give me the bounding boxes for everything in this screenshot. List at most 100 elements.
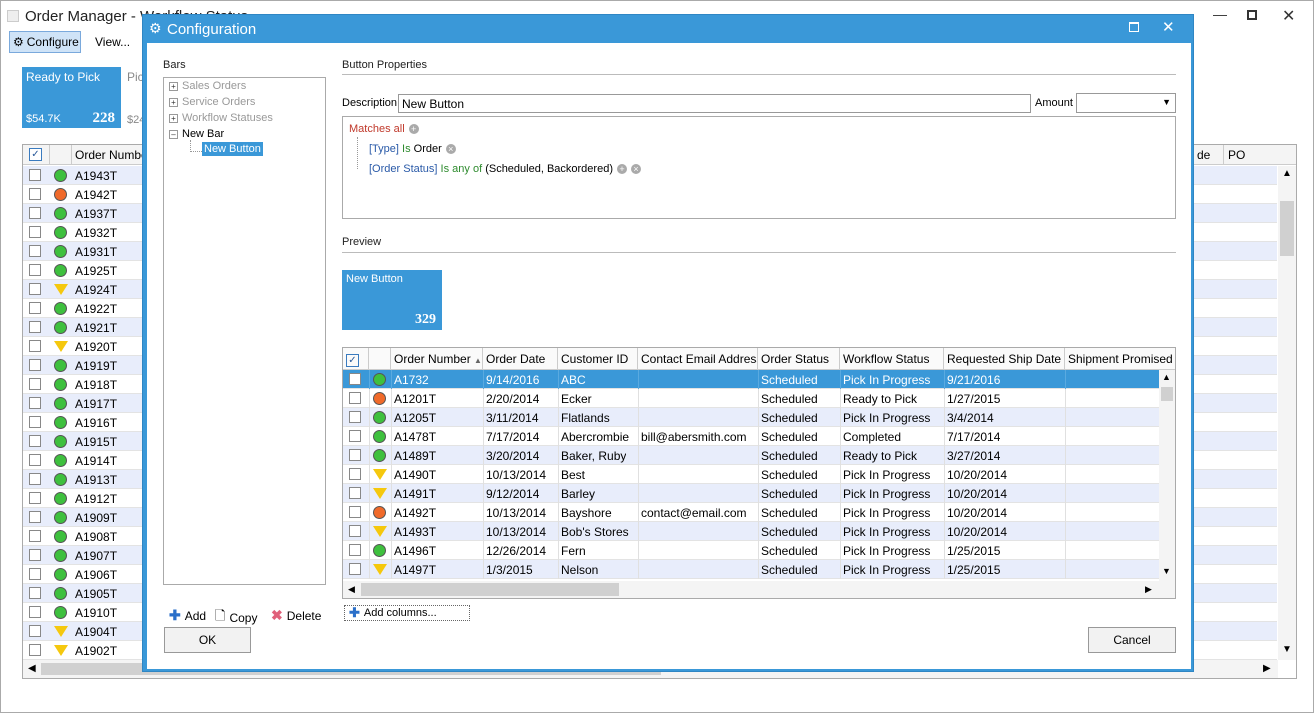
rule-operator[interactable]: Is any of bbox=[441, 163, 483, 175]
scroll-up-icon[interactable]: ▲ bbox=[1162, 372, 1171, 382]
scroll-thumb[interactable] bbox=[1280, 201, 1294, 256]
scroll-left-icon[interactable]: ◀ bbox=[28, 663, 36, 674]
description-input[interactable] bbox=[398, 94, 1031, 113]
select-all-header[interactable]: ✓ bbox=[343, 348, 369, 370]
table-row[interactable]: A1205T 3/11/2014 Flatlands Scheduled Pick In… bbox=[343, 408, 1159, 427]
row-checkbox[interactable] bbox=[349, 392, 361, 404]
row-checkbox[interactable] bbox=[29, 530, 41, 542]
table-row[interactable]: A1201T 2/20/2014 Ecker Scheduled Ready to Pi… bbox=[343, 389, 1159, 408]
expand-icon[interactable]: + bbox=[169, 81, 178, 91]
add-value-icon[interactable]: + bbox=[616, 164, 627, 175]
scroll-down-icon[interactable]: ▼ bbox=[1282, 644, 1292, 655]
row-checkbox[interactable] bbox=[349, 430, 361, 442]
row-checkbox[interactable] bbox=[349, 468, 361, 480]
row-checkbox[interactable] bbox=[29, 169, 41, 181]
table-row[interactable]: A1492T 10/13/2014 Bayshore contact@email.co… bbox=[343, 503, 1159, 522]
matches-all-link[interactable]: Matches all bbox=[349, 123, 405, 135]
row-checkbox[interactable] bbox=[29, 568, 41, 580]
ready-to-pick-tile[interactable]: Ready to Pick $54.7K 228 bbox=[22, 67, 121, 128]
column-header-order-number[interactable]: Order Number ▲ bbox=[391, 348, 483, 370]
configure-button[interactable]: ⚙ Configure bbox=[9, 31, 81, 53]
row-checkbox[interactable] bbox=[29, 644, 41, 656]
scroll-thumb[interactable] bbox=[1161, 387, 1173, 401]
close-icon[interactable]: ✕ bbox=[1282, 6, 1295, 26]
close-icon[interactable]: ✕ bbox=[1162, 18, 1175, 36]
rule-value[interactable]: (Scheduled, Backordered) bbox=[485, 163, 613, 175]
add-condition-icon[interactable]: + bbox=[408, 124, 419, 135]
row-checkbox[interactable] bbox=[349, 525, 361, 537]
scroll-down-icon[interactable]: ▼ bbox=[1162, 566, 1171, 576]
column-header-order-date[interactable]: Order Date bbox=[483, 348, 558, 370]
column-header-customer-id[interactable]: Customer ID bbox=[558, 348, 638, 370]
row-checkbox[interactable] bbox=[349, 487, 361, 499]
row-checkbox[interactable] bbox=[29, 226, 41, 238]
expand-icon[interactable]: + bbox=[169, 97, 178, 107]
copy-bar-button[interactable]: 🗋 Copy bbox=[215, 607, 257, 629]
scroll-right-icon[interactable]: ▶ bbox=[1145, 584, 1152, 595]
add-columns-button[interactable]: ✚ Add columns... bbox=[344, 605, 470, 621]
row-checkbox[interactable] bbox=[29, 188, 41, 200]
column-header-contact-email[interactable]: Contact Email Address bbox=[638, 348, 758, 370]
row-checkbox[interactable] bbox=[29, 340, 41, 352]
row-checkbox[interactable] bbox=[29, 606, 41, 618]
column-header-shipment-promised-date[interactable]: Shipment Promised Da bbox=[1065, 348, 1175, 370]
select-all-icon[interactable]: ✓ bbox=[29, 148, 42, 161]
scroll-thumb[interactable] bbox=[361, 583, 619, 596]
column-header-workflow-status[interactable]: Workflow Status bbox=[840, 348, 944, 370]
vertical-scrollbar[interactable]: ▲ ▼ bbox=[1278, 166, 1296, 660]
amount-select[interactable]: ▼ bbox=[1076, 93, 1176, 113]
row-checkbox[interactable] bbox=[29, 416, 41, 428]
row-checkbox[interactable] bbox=[29, 625, 41, 637]
table-row[interactable]: A1732 9/14/2016 ABC Scheduled Pick In Progre… bbox=[343, 370, 1159, 389]
tree-node-new-bar[interactable]: – New Bar bbox=[169, 128, 224, 140]
view-button[interactable]: View... bbox=[89, 31, 139, 53]
cancel-button[interactable]: Cancel bbox=[1088, 627, 1176, 653]
row-checkbox[interactable] bbox=[29, 587, 41, 599]
rule-value[interactable]: Order bbox=[414, 143, 442, 155]
row-checkbox[interactable] bbox=[349, 449, 361, 461]
table-row[interactable]: A1493T 10/13/2014 Bob's Stores Scheduled Pic… bbox=[343, 522, 1159, 541]
row-checkbox[interactable] bbox=[29, 321, 41, 333]
table-row[interactable]: A1478T 7/17/2014 Abercrombie bill@abersmith… bbox=[343, 427, 1159, 446]
row-checkbox[interactable] bbox=[349, 506, 361, 518]
row-checkbox[interactable] bbox=[29, 473, 41, 485]
table-row[interactable]: A1489T 3/20/2014 Baker, Ruby Scheduled Ready… bbox=[343, 446, 1159, 465]
add-bar-button[interactable]: ✚ Add bbox=[169, 607, 206, 624]
row-checkbox[interactable] bbox=[29, 492, 41, 504]
rule-field[interactable]: [Type] bbox=[369, 143, 399, 155]
vertical-scrollbar[interactable]: ▲ ▼ bbox=[1159, 370, 1175, 581]
expand-icon[interactable]: + bbox=[169, 113, 178, 123]
row-checkbox[interactable] bbox=[29, 549, 41, 561]
maximize-icon[interactable] bbox=[1129, 22, 1139, 32]
row-checkbox[interactable] bbox=[349, 544, 361, 556]
column-header-partial[interactable]: de bbox=[1197, 148, 1210, 162]
row-checkbox[interactable] bbox=[29, 397, 41, 409]
select-all-icon[interactable]: ✓ bbox=[346, 354, 359, 367]
table-row[interactable]: A1496T 12/26/2014 Fern Scheduled Pick In Pro… bbox=[343, 541, 1159, 560]
table-row[interactable]: A1497T 1/3/2015 Nelson Scheduled Pick In Pro… bbox=[343, 560, 1159, 579]
row-checkbox[interactable] bbox=[29, 245, 41, 257]
row-checkbox[interactable] bbox=[29, 283, 41, 295]
table-row[interactable]: A1490T 10/13/2014 Best Scheduled Pick In Pro… bbox=[343, 465, 1159, 484]
collapse-icon[interactable]: – bbox=[169, 129, 178, 139]
row-checkbox[interactable] bbox=[29, 511, 41, 523]
rule-operator[interactable]: Is bbox=[402, 143, 411, 155]
row-checkbox[interactable] bbox=[349, 373, 361, 385]
horizontal-scrollbar[interactable]: ◀ ▶ bbox=[343, 581, 1175, 598]
maximize-icon[interactable] bbox=[1247, 10, 1257, 20]
row-checkbox[interactable] bbox=[29, 264, 41, 276]
scroll-up-icon[interactable]: ▲ bbox=[1282, 168, 1292, 179]
tree-node-workflow-statuses[interactable]: + Workflow Statuses bbox=[169, 112, 273, 124]
ok-button[interactable]: OK bbox=[164, 627, 251, 653]
tree-node-service-orders[interactable]: + Service Orders bbox=[169, 96, 255, 108]
remove-condition-icon[interactable]: × bbox=[445, 144, 456, 155]
row-checkbox[interactable] bbox=[29, 454, 41, 466]
tree-node-new-button[interactable]: New Button bbox=[202, 142, 263, 156]
row-checkbox[interactable] bbox=[29, 207, 41, 219]
row-checkbox[interactable] bbox=[29, 435, 41, 447]
tree-node-sales-orders[interactable]: + Sales Orders bbox=[169, 80, 246, 92]
column-header-po[interactable]: PO bbox=[1228, 148, 1245, 162]
table-row[interactable]: A1491T 9/12/2014 Barley Scheduled Pick In Pr… bbox=[343, 484, 1159, 503]
row-checkbox[interactable] bbox=[349, 563, 361, 575]
row-checkbox[interactable] bbox=[349, 411, 361, 423]
